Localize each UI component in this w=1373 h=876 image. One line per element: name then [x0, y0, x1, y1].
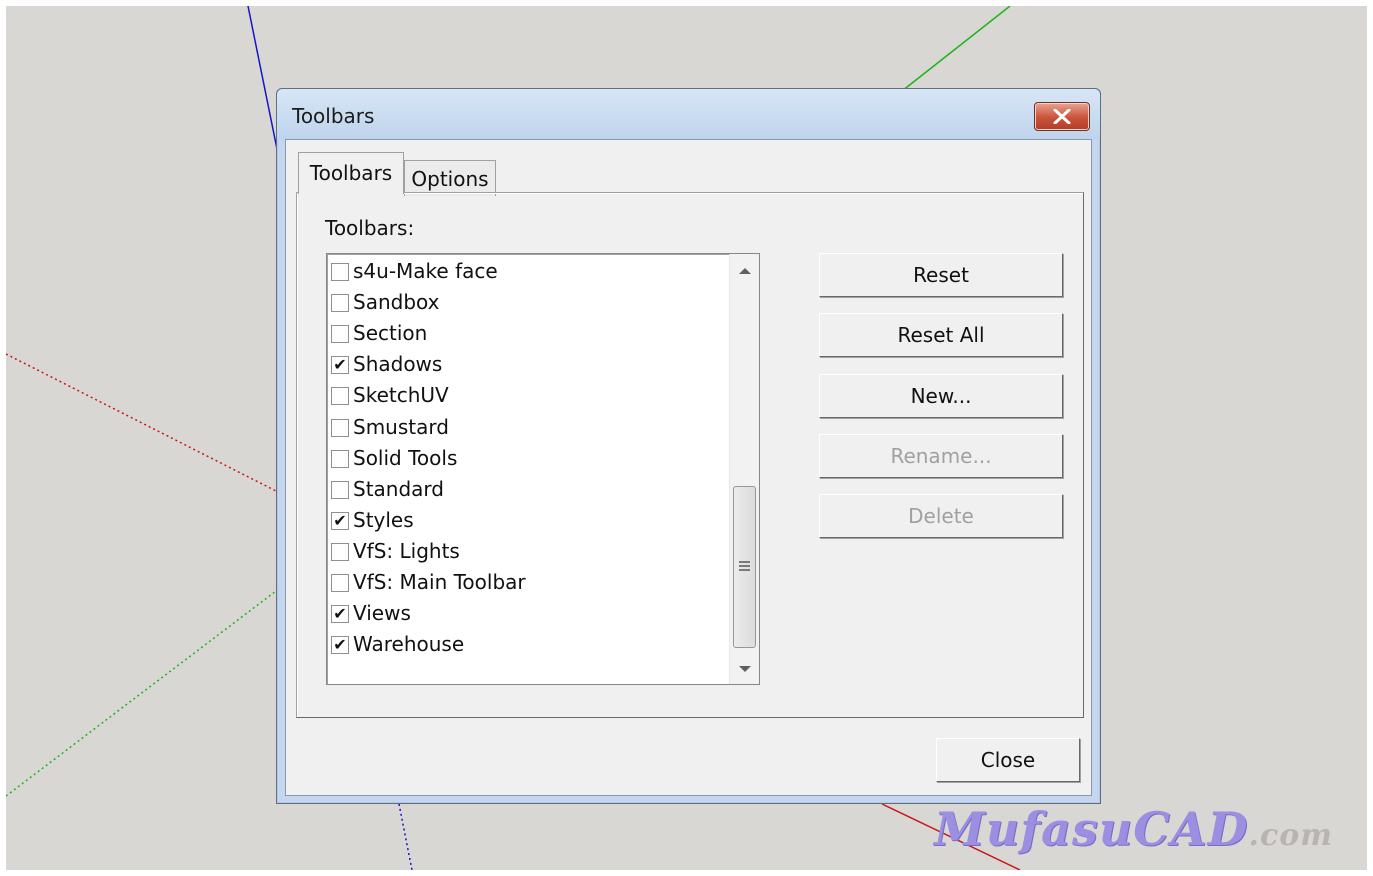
- list-item-label: Solid Tools: [353, 445, 458, 470]
- new-button[interactable]: New...: [819, 374, 1063, 418]
- toolbars-tab-panel: Toolbars: s4u-Make face Sandbox Section ✔ Sh…: [296, 192, 1084, 718]
- list-item[interactable]: SketchUV: [331, 382, 721, 410]
- list-item-checkbox[interactable]: ✔: [331, 355, 349, 375]
- list-item-label: VfS: Main Toolbar: [353, 570, 526, 594]
- reset-all-button[interactable]: Reset All: [819, 313, 1063, 357]
- list-item-checkbox[interactable]: [331, 263, 349, 281]
- checkmark-icon: ✔: [333, 604, 347, 624]
- list-item[interactable]: Sandbox: [331, 289, 721, 317]
- list-item-checkbox[interactable]: [331, 574, 349, 592]
- delete-button[interactable]: Delete: [819, 494, 1063, 538]
- list-item[interactable]: Section: [331, 320, 721, 348]
- list-item-checkbox[interactable]: [331, 542, 349, 561]
- green-axis-solid: [901, 6, 1011, 92]
- tab-options-label: Options: [411, 167, 489, 191]
- list-item-label: Views: [353, 601, 411, 626]
- red-axis-dotted: [6, 353, 277, 492]
- grip-icon: [739, 561, 750, 571]
- list-item-label: SketchUV: [353, 383, 449, 408]
- list-item-label: Standard: [353, 476, 444, 501]
- dialog-title: Toolbars: [292, 104, 375, 128]
- list-item-checkbox[interactable]: ✔: [331, 510, 349, 530]
- list-item-label: Sandbox: [353, 290, 440, 315]
- list-item-label: s4u-Make face: [353, 259, 498, 283]
- watermark-logo: MufasuCAD.com: [934, 802, 1333, 856]
- toolbars-list-label: Toolbars:: [325, 216, 415, 240]
- list-item-checkbox[interactable]: [331, 294, 349, 313]
- close-window-button[interactable]: [1034, 102, 1090, 131]
- checkmark-icon: ✔: [333, 635, 347, 655]
- list-item-checkbox[interactable]: [331, 387, 349, 406]
- list-item-checkbox[interactable]: ✔: [331, 604, 349, 624]
- toolbars-dialog: Toolbars Toolbars Options Toolbars: s4u-…: [276, 88, 1101, 804]
- list-item-checkbox[interactable]: ✔: [331, 635, 349, 655]
- tab-toolbars[interactable]: Toolbars: [298, 152, 404, 194]
- vertical-scrollbar[interactable]: [729, 254, 759, 684]
- title-bar[interactable]: Toolbars: [277, 89, 1100, 139]
- list-item[interactable]: VfS: Main Toolbar: [331, 569, 721, 597]
- checkmark-icon: ✔: [333, 510, 347, 530]
- checkmark-icon: ✔: [333, 355, 347, 375]
- tab-options[interactable]: Options: [404, 160, 496, 196]
- rename-button[interactable]: Rename...: [819, 434, 1063, 478]
- reset-button[interactable]: Reset: [819, 253, 1063, 297]
- scroll-up-icon[interactable]: [739, 268, 751, 274]
- list-item[interactable]: ✔ Styles: [331, 507, 721, 535]
- list-item-label: VfS: Lights: [353, 538, 460, 563]
- list-item-checkbox[interactable]: [331, 325, 349, 344]
- list-item-checkbox[interactable]: [331, 418, 349, 437]
- list-item[interactable]: ✔ Shadows: [331, 351, 721, 379]
- dialog-client-area: Toolbars Options Toolbars: s4u-Make face…: [285, 139, 1092, 796]
- list-item[interactable]: Standard: [331, 476, 721, 504]
- toolbars-listbox[interactable]: s4u-Make face Sandbox Section ✔ Shadows Sketc…: [326, 253, 760, 685]
- list-item[interactable]: VfS: Lights: [331, 538, 721, 566]
- blue-axis-solid: [247, 6, 279, 155]
- list-item[interactable]: Solid Tools: [331, 445, 721, 473]
- list-item-label: Shadows: [353, 352, 443, 377]
- tab-toolbars-label: Toolbars: [309, 161, 393, 185]
- list-item[interactable]: s4u-Make face: [331, 258, 721, 286]
- list-item-label: Section: [353, 321, 428, 346]
- close-x-icon: [1053, 109, 1071, 124]
- list-item[interactable]: ✔ Views: [331, 600, 721, 628]
- list-item-label: Warehouse: [353, 632, 465, 657]
- list-item-label: Styles: [353, 507, 414, 532]
- scroll-down-icon[interactable]: [739, 666, 751, 672]
- blue-axis-dotted: [398, 803, 413, 870]
- close-button[interactable]: Close: [936, 738, 1080, 782]
- watermark-suffix: .com: [1248, 818, 1333, 853]
- watermark-brand: MufasuCAD: [934, 802, 1249, 856]
- green-axis-dotted: [6, 590, 277, 797]
- list-item-label: Smustard: [353, 414, 449, 439]
- list-item[interactable]: Smustard: [331, 414, 721, 442]
- list-item-checkbox[interactable]: [331, 480, 349, 499]
- list-item-checkbox[interactable]: [331, 449, 349, 468]
- list-item[interactable]: ✔ Warehouse: [331, 631, 721, 659]
- scrollbar-thumb[interactable]: [733, 486, 756, 648]
